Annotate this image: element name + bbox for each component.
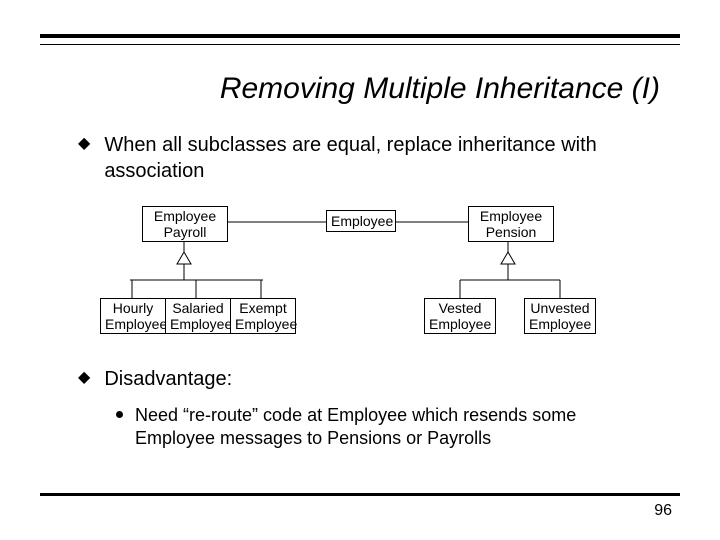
bullet-2-text: Disadvantage: (104, 366, 232, 392)
sub-bullet-1: Need “re-route” code at Employee which r… (116, 404, 660, 450)
rule-bottom (40, 493, 680, 496)
slide: Removing Multiple Inheritance (I) ◆ When… (0, 0, 720, 540)
box-hourly-employee: Hourly Employee (100, 298, 166, 334)
sub-bullet-1-text: Need “re-route” code at Employee which r… (135, 404, 660, 450)
diamond-bullet-icon: ◆ (78, 132, 90, 184)
page-number: 96 (654, 502, 672, 520)
box-employee: Employee (326, 210, 396, 232)
diamond-bullet-icon: ◆ (78, 366, 90, 392)
bullet-1-text: When all subclasses are equal, replace i… (104, 132, 660, 184)
box-employee-pension: Employee Pension (468, 206, 554, 242)
box-unvested-employee: Unvested Employee (524, 298, 596, 334)
dot-bullet-icon (116, 411, 123, 418)
inheritance-diagram: Employee Payroll Employee Employee Pensi… (98, 202, 658, 342)
box-employee-payroll: Employee Payroll (142, 206, 228, 242)
page-title: Removing Multiple Inheritance (I) (0, 72, 660, 106)
rule-thin (40, 44, 680, 45)
box-exempt-employee: Exempt Employee (230, 298, 296, 334)
bullet-1: ◆ When all subclasses are equal, replace… (78, 132, 660, 184)
box-vested-employee: Vested Employee (424, 298, 496, 334)
rule-thick (40, 34, 680, 38)
box-salaried-employee: Salaried Employee (165, 298, 231, 334)
body: ◆ When all subclasses are equal, replace… (78, 132, 660, 450)
bullet-2: ◆ Disadvantage: (78, 366, 660, 392)
